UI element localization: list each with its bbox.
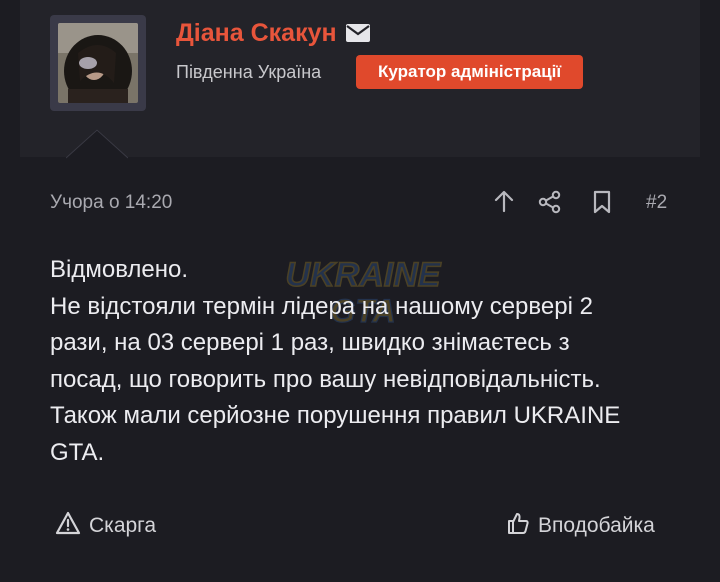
like-button[interactable]: Вподобайка <box>506 510 655 542</box>
post-number-link[interactable]: #2 <box>646 190 667 216</box>
post-body-line: Відмовлено. <box>50 256 189 283</box>
bookmark-icon[interactable] <box>589 189 615 215</box>
avatar[interactable] <box>58 23 138 103</box>
post-body: Відмовлено. Не відстояли термін лідера н… <box>50 252 690 471</box>
post-body-line: Не відстояли термін лідера на нашому сер… <box>50 292 593 320</box>
post-date[interactable]: Учора о 14:20 <box>50 190 172 216</box>
avatar-frame[interactable] <box>50 15 146 111</box>
post-body-line: посад, що говорить про вашу невідповідал… <box>50 365 601 393</box>
arrow-up-icon[interactable] <box>491 189 517 215</box>
author-location: Південна Україна <box>176 62 322 82</box>
share-icon[interactable] <box>537 189 563 215</box>
warning-triangle-icon <box>55 511 89 541</box>
thumbs-up-icon <box>506 511 538 541</box>
like-label: Вподобайка <box>538 514 655 537</box>
role-badge: Куратор адміністрації <box>356 55 584 89</box>
report-label: Скарга <box>89 514 157 537</box>
header-pointer-outline <box>66 129 128 159</box>
author-name[interactable]: Діана Скакун <box>176 19 337 48</box>
post-body-line: GTA. <box>50 438 105 466</box>
report-button[interactable]: Скарга <box>55 510 156 542</box>
envelope-icon[interactable] <box>345 23 371 43</box>
post-body-line: Також мали серйозне порушення правил UKR… <box>50 402 621 429</box>
post-body-line: рази, на 03 сервері 1 раз, швидко знімає… <box>50 329 570 356</box>
